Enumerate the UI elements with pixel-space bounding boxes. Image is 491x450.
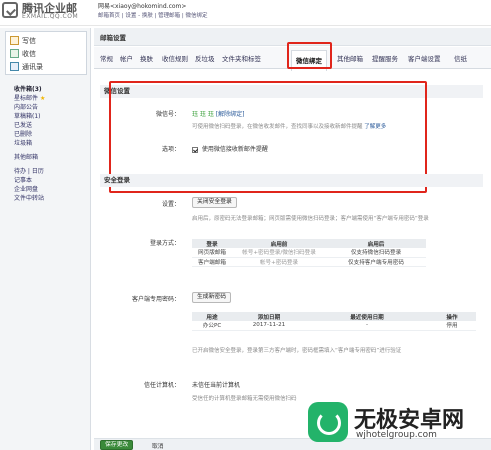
tab-stationery[interactable]: 信纸 <box>454 53 467 63</box>
star-icon: ★ <box>39 95 46 102</box>
table-row: 网页版邮箱 帐号+密码登录/微信扫码登录 仅支持微信扫码登录 <box>192 248 426 258</box>
table-header: 启用后 <box>326 239 426 248</box>
receive-button[interactable]: 收信 <box>10 47 36 60</box>
notify-option-text: 使用微信接收新邮件提醒 <box>201 146 268 153</box>
client-password-label: 客户端专用密码： <box>131 296 180 303</box>
cancel-button[interactable]: 取消 <box>152 441 164 450</box>
trusted-computer-label: 信任计算机： <box>143 382 180 389</box>
tab-reminders[interactable]: 提醒服务 <box>372 53 398 63</box>
header-links[interactable]: 邮箱首页 | 设置 - 换肤 | 管理邮箱 | 微信绑定 <box>98 11 208 19</box>
notify-checkbox[interactable] <box>192 146 198 153</box>
settings-panel: 邮箱设置 常规 帐户 换肤 收信规则 反垃圾 文件夹和标签 微信绑定 其他邮箱 … <box>94 28 491 450</box>
user-email: 网易<xiaoy@hokomind.com> <box>98 3 187 10</box>
tab-highlight <box>287 42 332 69</box>
sidebar-item-disk[interactable]: 企业网盘 <box>14 185 88 194</box>
mail-settings-window: 腾讯企业邮 EXMAIL.QQ.COM 网易<xiaoy@hokomind.co… <box>0 0 491 450</box>
sidebar-item-deleted[interactable]: 已删除 <box>14 130 88 139</box>
client-password-table: 用途 添加日期 最近使用日期 操作 办公PC 2017-11-21 - 停用 <box>192 312 476 331</box>
sidebar: 写信 收信 通讯录 收件箱(3) 星标邮件 ★ 内部公告 草稿箱(1) 已发送 … <box>0 28 91 450</box>
tab-folders-labels[interactable]: 文件夹和标签 <box>222 53 261 63</box>
option-label: 选项： <box>161 146 180 153</box>
sidebar-item-todo-calendar[interactable]: 待办 | 日历 <box>14 167 88 176</box>
sidebar-item-announcements[interactable]: 内部公告 <box>14 103 88 112</box>
wechat-desc-row: 可使用微信扫码登录，在微信收发邮件，查找同事以及接收新邮件提醒 了解更多 <box>192 122 386 130</box>
security-setting-label: 设置： <box>161 201 180 208</box>
sidebar-item-other-mailboxes[interactable]: 其他邮箱 <box>14 153 88 162</box>
logo-icon <box>2 2 18 18</box>
table-row: 办公PC 2017-11-21 - 停用 <box>192 321 476 331</box>
pen-icon <box>10 36 19 45</box>
tab-other-mailboxes[interactable]: 其他邮箱 <box>337 53 363 63</box>
table-cell: 帐号+密码登录 <box>232 257 326 267</box>
client-password-desc: 已开启微信安全登录，登录第三方客户端时，密码框需填入“客户端专用密码”进行验证 <box>192 348 402 354</box>
folder-list: 收件箱(3) 星标邮件 ★ 内部公告 草稿箱(1) 已发送 已删除 垃圾箱 其他… <box>14 85 88 203</box>
site-watermark: 无极安卓网 wjhotelgroup.com <box>308 396 491 450</box>
sidebar-item-transfer[interactable]: 文件中转站 <box>14 194 88 203</box>
sidebar-item-notes[interactable]: 记事本 <box>14 176 88 185</box>
brand-logo[interactable]: 腾讯企业邮 EXMAIL.QQ.COM <box>2 0 92 24</box>
address-book-icon <box>10 62 19 71</box>
sidebar-item-starred[interactable]: 星标邮件 ★ <box>14 94 88 103</box>
table-header: 启用前 <box>232 239 326 248</box>
table-header: 操作 <box>428 312 476 321</box>
wechat-desc: 可使用微信扫码登录，在微信收发邮件，查找同事以及接收新邮件提醒 <box>192 124 363 130</box>
contacts-label: 通讯录 <box>22 62 43 71</box>
table-cell: 客户端邮箱 <box>192 257 232 267</box>
sidebar-item-spam[interactable]: 垃圾箱 <box>14 139 88 148</box>
sidebar-actions: 写信 收信 通讯录 <box>5 31 87 75</box>
tab-receive-rules[interactable]: 收信规则 <box>162 53 188 63</box>
logo-domain: EXMAIL.QQ.COM <box>22 13 79 20</box>
close-secure-login-button[interactable]: 关闭安全登录 <box>192 197 237 208</box>
table-cell: 办公PC <box>192 321 232 331</box>
security-section-title: 安全登录 <box>100 174 483 187</box>
table-cell: 2017-11-21 <box>232 321 306 331</box>
table-cell: 仅支持微信扫码登录 <box>326 248 426 258</box>
wechat-account-value: 珏 珏 珏 <box>192 111 214 118</box>
tab-client-settings[interactable]: 客户端设置 <box>408 53 441 63</box>
sidebar-item-drafts[interactable]: 草稿箱(1) <box>14 112 88 121</box>
write-label: 写信 <box>22 36 36 45</box>
option-row: 使用微信接收新邮件提醒 <box>192 144 268 153</box>
table-header-row: 用途 添加日期 最近使用日期 操作 <box>192 312 476 321</box>
sidebar-item-inbox[interactable]: 收件箱(3) <box>14 85 88 94</box>
contacts-button[interactable]: 通讯录 <box>10 60 43 73</box>
security-setting-desc: 启用后，原密码无法登录邮箱；网页版需使用微信扫码登录；客户端需使用“客户端专用密… <box>192 216 429 222</box>
watermark-logo-icon <box>308 402 348 442</box>
disable-password-link[interactable]: 停用 <box>428 321 476 331</box>
learn-more-link[interactable]: 了解更多 <box>364 124 386 130</box>
table-cell: 帐号+密码登录/微信扫码登录 <box>232 248 326 258</box>
table-cell: 仅支持客户端专用密码 <box>326 257 426 267</box>
table-header: 用途 <box>192 312 232 321</box>
tab-account[interactable]: 帐户 <box>120 53 133 63</box>
save-button[interactable]: 保存更改 <box>100 440 134 450</box>
tab-general[interactable]: 常规 <box>100 53 113 63</box>
table-cell: - <box>306 321 428 331</box>
unbind-link[interactable]: [解除绑定] <box>216 111 245 118</box>
tab-antispam[interactable]: 反垃圾 <box>195 53 215 63</box>
trusted-computer-desc: 受信任的计算机登录邮箱无需使用微信扫码 <box>192 396 297 402</box>
starred-label: 星标邮件 <box>14 95 39 102</box>
table-header: 登录 <box>192 239 232 248</box>
tab-skin[interactable]: 换肤 <box>140 53 153 63</box>
login-method-table: 登录 启用前 启用后 网页版邮箱 帐号+密码登录/微信扫码登录 仅支持微信扫码登… <box>192 239 426 267</box>
receive-label: 收信 <box>22 49 36 58</box>
page-title: 邮箱设置 <box>100 34 126 42</box>
generate-password-button[interactable]: 生成新密码 <box>192 292 231 303</box>
login-method-label: 登录方式： <box>149 240 180 247</box>
write-button[interactable]: 写信 <box>10 34 36 47</box>
table-row: 客户端邮箱 帐号+密码登录 仅支持客户端专用密码 <box>192 257 426 267</box>
table-header-row: 登录 启用前 启用后 <box>192 239 426 248</box>
table-header: 最近使用日期 <box>306 312 428 321</box>
trusted-computer-value: 未信任当前计算机 <box>192 382 241 389</box>
sidebar-item-sent[interactable]: 已发送 <box>14 121 88 130</box>
inbox-icon <box>10 49 19 58</box>
wechat-account-row: 珏 珏 珏 [解除绑定] <box>192 109 244 118</box>
top-header: 腾讯企业邮 EXMAIL.QQ.COM 网易<xiaoy@hokomind.co… <box>0 0 491 26</box>
wechat-account-label: 微信号： <box>155 111 180 118</box>
table-header: 添加日期 <box>232 312 306 321</box>
table-cell: 网页版邮箱 <box>192 248 232 258</box>
watermark-url: wjhotelgroup.com <box>356 430 437 440</box>
